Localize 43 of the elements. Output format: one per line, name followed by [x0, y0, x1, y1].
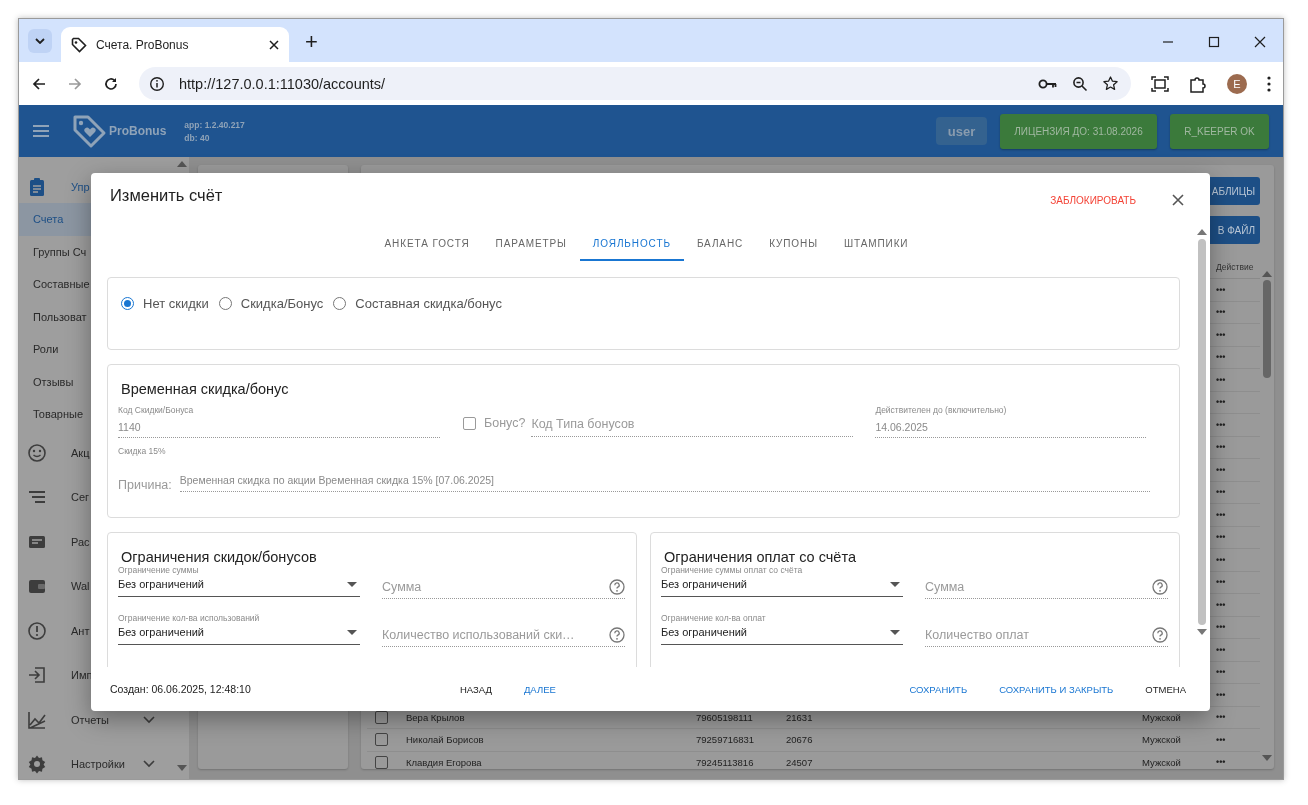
table-cell-text: Мужской [1142, 734, 1182, 746]
menu-item-label: Составные [33, 278, 90, 291]
field-label: Ограничение суммы [118, 565, 200, 575]
menu-section-label: Рас [71, 535, 90, 548]
dialog-title: Изменить счёт [110, 185, 223, 205]
field-label: Ограничение кол-ва оплат [661, 613, 767, 623]
table-cell-text: 79245113816 [696, 756, 755, 768]
table-cell-text: Клавдия Егорова [406, 756, 483, 768]
field-label: Ограничение суммы оплат со счёта [661, 565, 804, 575]
field-label: Причина: [118, 478, 172, 492]
table-cell-text: 21631 [786, 711, 814, 723]
card-title: Временная скидка/бонус [121, 381, 290, 397]
menu-section-label: Wal [71, 580, 90, 593]
menu-item-label: Группы Сч [33, 245, 87, 258]
table-cell-text: 79605198111 [696, 711, 754, 723]
menu-item-label: Роли [33, 343, 59, 356]
db-version: db: 40 [184, 132, 211, 143]
table-cell-text: 79259716831 [696, 734, 756, 746]
created-date: Создан: 06.06.2025, 12:48:10 [110, 683, 252, 695]
table-cell-text: Вера Крылов [406, 711, 466, 723]
brand-name: ProBonus [109, 124, 167, 138]
card-title: Ограничения скидок/бонусов [121, 549, 318, 565]
menu-item-label: Счета [33, 213, 64, 226]
card-title: Ограничения оплат со счёта [664, 549, 857, 565]
app-version: app: 1.2.40.217 [184, 119, 245, 130]
field-label: Код Скидки/Бонуса [118, 405, 195, 415]
table-cell-text: Мужской [1142, 756, 1182, 768]
tab-title: Счета. ProBonus [96, 37, 190, 52]
url-text: http://127.0.0.1:11030/accounts/ [179, 75, 386, 92]
table-cell-text: 20676 [786, 734, 814, 746]
menu-section-label: Ант [71, 624, 90, 637]
menu-section-label: Сег [71, 491, 90, 504]
field-label: Действителен до (включительно) [875, 405, 1008, 415]
menu-section-label: Настройки [71, 758, 125, 771]
menu-section-label: Акц [71, 446, 90, 459]
table-cell-text: Николай Борисов [406, 734, 485, 746]
field-hint: Скидка 15% [118, 446, 167, 456]
menu-section-label: Отчеты [71, 713, 110, 726]
column-header: Действие [1216, 261, 1255, 272]
table-cell-text: 24507 [786, 756, 814, 768]
menu-section-label: Упр [71, 181, 90, 193]
field-label: Ограничение кол-ва использований [118, 613, 261, 623]
table-cell-text: Мужской [1142, 711, 1182, 723]
